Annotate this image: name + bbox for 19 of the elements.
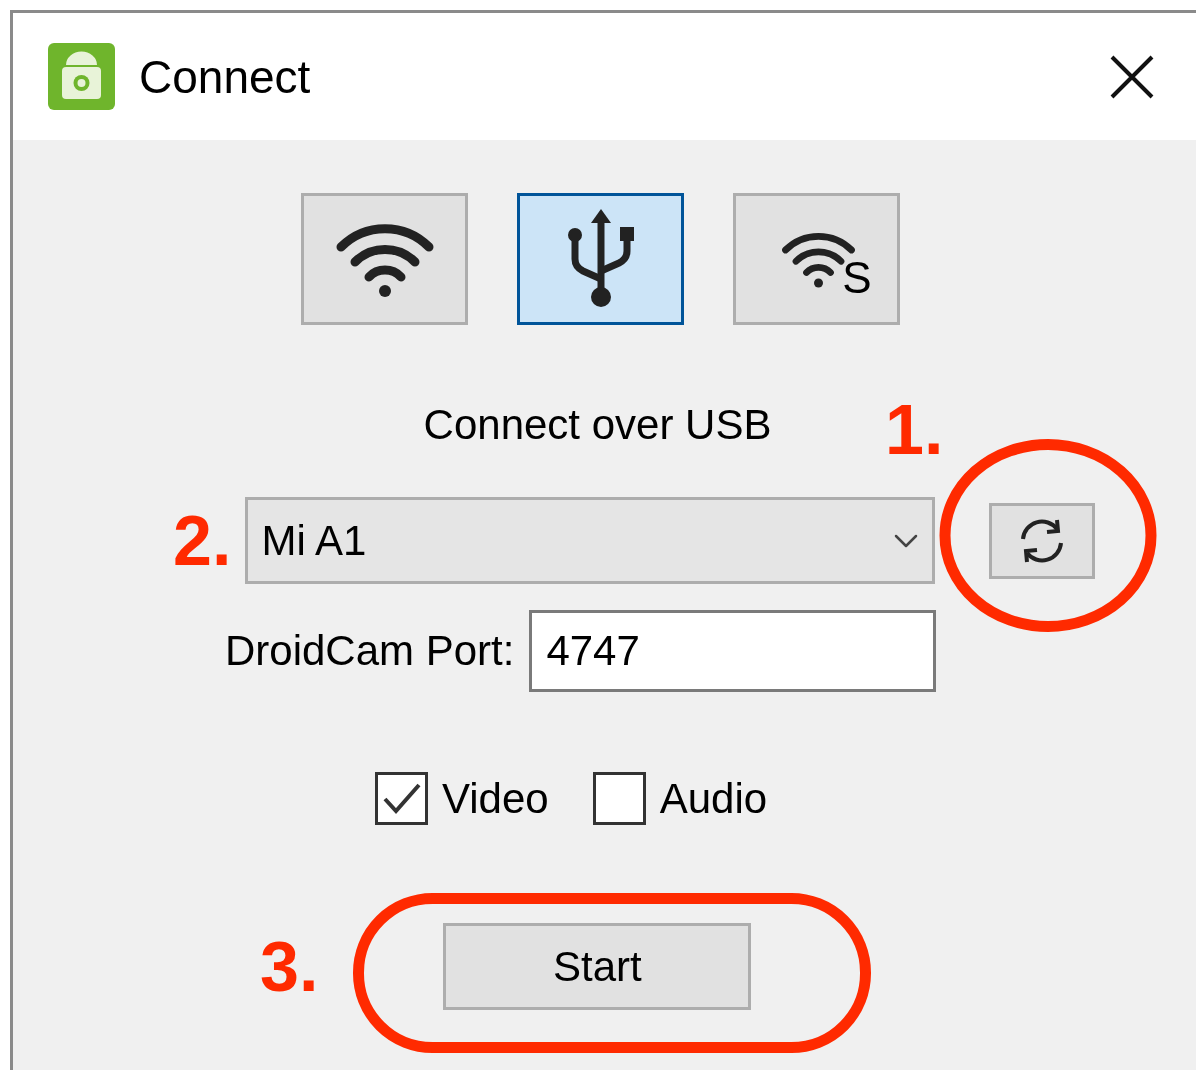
checkbox[interactable] <box>592 772 646 825</box>
android-app-icon <box>48 43 115 110</box>
connection-heading: Connect over USB <box>423 401 772 449</box>
start-button[interactable]: Start <box>443 923 752 1010</box>
annotation-number: 2. <box>173 505 232 576</box>
checkbox-label: Video <box>442 774 549 823</box>
checkbox[interactable] <box>375 772 428 825</box>
port-input[interactable]: 4747 <box>529 610 937 692</box>
window-title: Connect <box>139 49 312 104</box>
annotation-number: 1. <box>885 395 944 465</box>
device-dropdown[interactable]: Mi A1 <box>245 497 936 584</box>
mode-button[interactable] <box>517 193 684 325</box>
annotation-number: 3. <box>260 931 319 1002</box>
badge-letter: S <box>842 253 872 303</box>
mode-button[interactable]: S <box>733 193 900 325</box>
mode-button[interactable] <box>301 193 468 325</box>
checkbox-label: Audio <box>659 774 768 823</box>
refresh-button[interactable] <box>989 502 1096 579</box>
port-label: DroidCam Port: <box>225 627 515 675</box>
